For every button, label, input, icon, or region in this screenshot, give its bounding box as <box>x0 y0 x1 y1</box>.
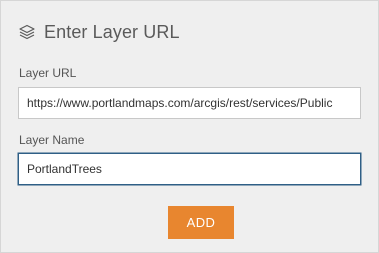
layer-url-label: Layer URL <box>19 66 77 80</box>
enter-layer-url-panel: Enter Layer URL Layer URL Layer Name ADD <box>0 0 379 253</box>
add-button[interactable]: ADD <box>168 206 234 239</box>
panel-header: Enter Layer URL <box>18 21 180 43</box>
layer-url-input[interactable] <box>18 87 361 119</box>
layer-name-label: Layer Name <box>19 133 85 147</box>
panel-title: Enter Layer URL <box>44 21 180 42</box>
layers-icon <box>18 23 36 41</box>
layer-name-input[interactable] <box>18 153 361 185</box>
